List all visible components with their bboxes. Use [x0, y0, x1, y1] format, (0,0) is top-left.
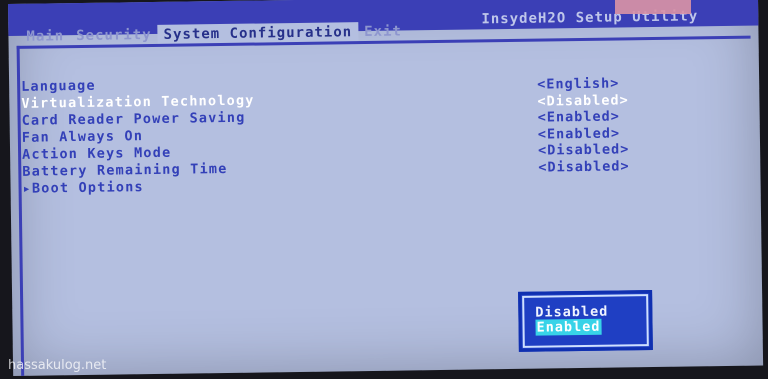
value-language[interactable]: <English> — [537, 75, 629, 93]
settings-values: <English> <Disabled> <Enabled> <Enabled>… — [537, 75, 630, 175]
tape-sticker — [615, 0, 691, 14]
value-fan-always-on[interactable]: <Enabled> — [538, 125, 630, 143]
menu-item-boot-options[interactable]: ▸Boot Options — [22, 178, 255, 198]
option-popup: Disabled Enabled — [518, 290, 653, 352]
value-battery-remaining-time[interactable]: <Disabled> — [538, 158, 630, 176]
menu-item-battery-remaining-time[interactable]: Battery Remaining Time — [22, 161, 255, 181]
tab-main[interactable]: Main — [20, 26, 70, 47]
popup-option-enabled[interactable]: Enabled — [535, 318, 602, 336]
tab-exit[interactable]: Exit — [358, 21, 408, 42]
watermark: hassakulog.net — [8, 358, 107, 373]
value-action-keys-mode[interactable]: <Disabled> — [538, 141, 630, 159]
tab-security[interactable]: Security — [70, 25, 158, 46]
menu-item-card-reader-power-saving[interactable]: Card Reader Power Saving — [22, 110, 255, 130]
settings-list: Language Virtualization Technology Card … — [21, 76, 256, 198]
value-virtualization-technology[interactable]: <Disabled> — [537, 92, 629, 110]
value-card-reader-power-saving[interactable]: <Enabled> — [538, 108, 630, 126]
bios-screen: InsydeH2O Setup Utility Main Security Sy… — [8, 0, 764, 376]
